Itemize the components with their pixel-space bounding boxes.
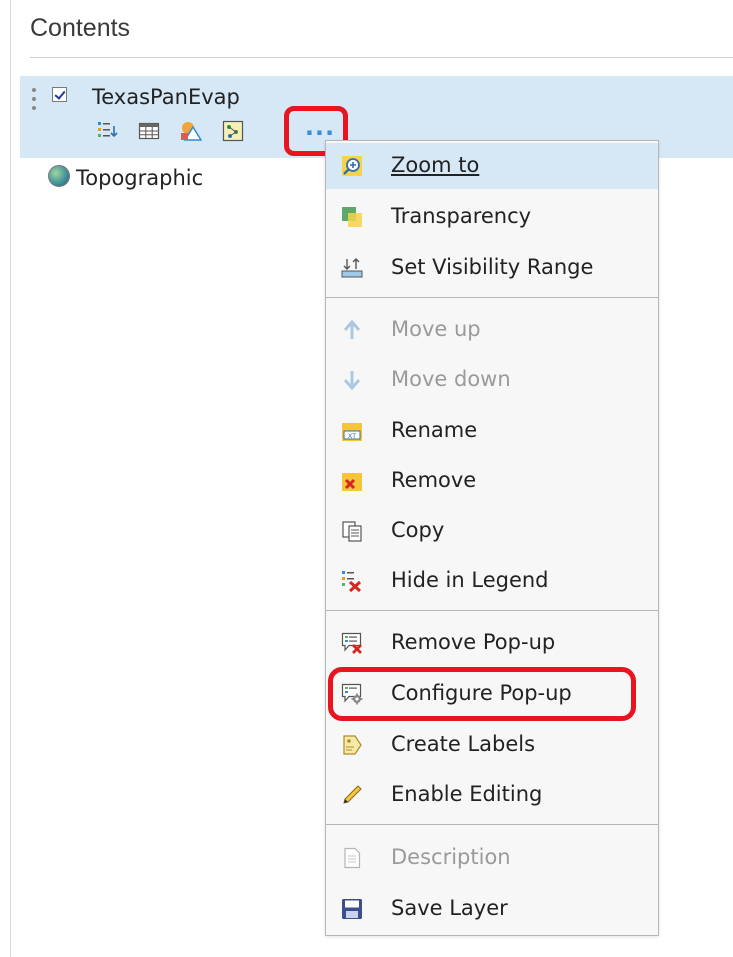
menu-item-label: Hide in Legend (391, 568, 549, 592)
menu-separator (326, 297, 658, 298)
menu-item-label: Rename (391, 418, 478, 442)
layer-context-menu: Zoom to Transparency Set Visibility Rang… (325, 140, 659, 936)
menu-item-move-up[interactable]: Move up (326, 307, 658, 353)
pencil-icon (343, 785, 362, 804)
menu-item-remove-popup[interactable]: Remove Pop-up (326, 620, 658, 666)
menu-separator (326, 824, 658, 825)
layer-name[interactable]: TexasPanEvap (92, 85, 240, 109)
description-icon (344, 847, 361, 869)
create-labels-icon (343, 735, 362, 755)
arrow-up-icon (343, 319, 361, 339)
menu-item-label: Save Layer (391, 896, 508, 920)
menu-item-label: Move down (391, 367, 511, 391)
perform-analysis-icon[interactable] (222, 120, 244, 142)
menu-item-hide-in-legend[interactable]: Hide in Legend (326, 558, 658, 604)
remove-popup-icon (341, 632, 362, 654)
panel-border (10, 0, 11, 957)
save-icon (342, 899, 362, 919)
menu-item-description[interactable]: Description (326, 835, 658, 881)
legend-icon[interactable] (97, 120, 119, 142)
menu-item-label: Description (391, 845, 511, 869)
menu-item-set-visibility-range[interactable]: Set Visibility Range (326, 245, 658, 291)
menu-item-label: Create Labels (391, 732, 536, 756)
menu-item-rename[interactable]: XT Rename (326, 408, 658, 454)
menu-item-zoom-to[interactable]: Zoom to (326, 143, 658, 189)
menu-item-transparency[interactable]: Transparency (326, 194, 658, 240)
hide-in-legend-icon (342, 571, 362, 592)
title-divider (30, 57, 733, 58)
arrow-down-icon (343, 371, 361, 391)
rename-icon: XT (342, 423, 362, 441)
menu-item-enable-editing[interactable]: Enable Editing (326, 772, 658, 818)
menu-item-remove[interactable]: Remove (326, 458, 658, 504)
panel-title: Contents (30, 14, 131, 42)
svg-text:XT: XT (348, 432, 356, 440)
change-style-icon[interactable] (180, 120, 202, 142)
menu-item-label: Zoom to (391, 153, 480, 177)
configure-popup-highlight (328, 667, 636, 721)
drag-handle-icon[interactable] (32, 88, 36, 115)
menu-item-label: Enable Editing (391, 782, 543, 806)
basemap-globe-icon (48, 165, 70, 187)
menu-item-copy[interactable]: Copy (326, 508, 658, 554)
attribute-table-icon[interactable] (138, 120, 160, 142)
remove-icon (342, 473, 362, 491)
menu-item-create-labels[interactable]: Create Labels (326, 722, 658, 768)
layer-visibility-checkbox[interactable] (52, 87, 67, 102)
menu-separator (326, 610, 658, 611)
basemap-name[interactable]: Topographic (76, 166, 203, 190)
menu-item-label: Copy (391, 518, 445, 542)
transparency-icon (342, 207, 362, 227)
menu-item-label: Remove (391, 468, 477, 492)
visibility-range-icon (341, 258, 363, 278)
menu-item-label: Move up (391, 317, 481, 341)
copy-icon (342, 521, 362, 542)
menu-item-label: Set Visibility Range (391, 255, 594, 279)
menu-item-move-down[interactable]: Move down (326, 357, 658, 403)
zoom-to-icon (342, 156, 362, 176)
menu-item-save-layer[interactable]: Save Layer (326, 886, 658, 932)
menu-item-label: Transparency (391, 204, 532, 228)
menu-item-label: Remove Pop-up (391, 630, 556, 654)
